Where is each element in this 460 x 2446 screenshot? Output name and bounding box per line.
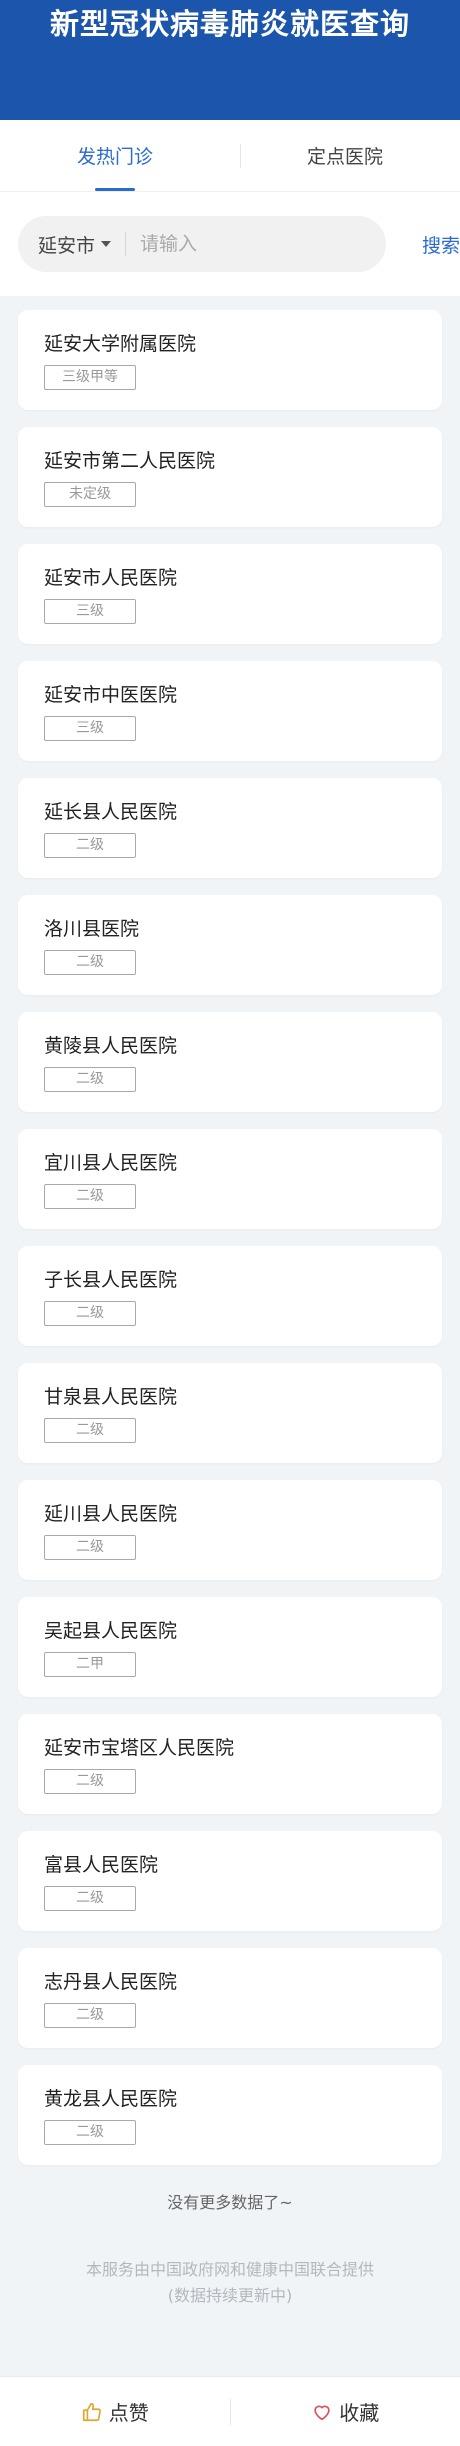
hospital-name: 黄龙县人民医院 <box>44 2088 178 2110</box>
hospital-card[interactable]: 延长县人民医院 二级 <box>18 778 442 878</box>
hospital-card[interactable]: 黄龙县人民医院 二级 <box>18 2065 442 2165</box>
footnote-line-1: 本服务由中国政府网和健康中国联合提供 <box>85 2260 374 2279</box>
topbar: 发热门诊 定点医院 延安市 搜索 <box>0 120 460 296</box>
hospital-card[interactable]: 延安市宝塔区人民医院二级 <box>18 1714 442 1814</box>
hospital-card[interactable]: 子长县人民医院 二级 <box>18 1246 442 1346</box>
search-box: 延安市 <box>18 216 386 272</box>
hospital-name: 延安市宝塔区人民医院 <box>44 1737 235 1759</box>
hospital-level-badge: 二甲 <box>44 1651 136 1677</box>
hospital-level-badge: 二级 <box>44 1417 136 1443</box>
hospital-card[interactable]: 志丹县人民医院 二级 <box>18 1948 442 2048</box>
hospital-level-badge: 二级 <box>44 2002 136 2028</box>
city-selector[interactable]: 延安市 <box>38 231 112 258</box>
tab-bar: 发热门诊 定点医院 <box>0 120 460 192</box>
hospital-level-badge: 二级 <box>44 949 136 975</box>
hospital-name: 子长县人民医院 <box>44 1269 178 1291</box>
hospital-name: 富县人民医院 <box>44 1854 159 1876</box>
no-more-data: 没有更多数据了~ <box>167 2193 293 2212</box>
tab-designated-hospitals[interactable]: 定点医院 <box>230 120 460 191</box>
hospital-card[interactable]: 延安大学附属医院三级甲等 <box>18 310 442 410</box>
hospital-level-badge: 二级 <box>44 832 136 858</box>
search-button[interactable]: 搜索 <box>422 231 460 258</box>
hospital-name: 延长县人民医院 <box>44 801 178 823</box>
hospital-level-badge: 三级 <box>44 715 136 741</box>
page-title: 新型冠状病毒肺炎就医查询 <box>49 7 410 41</box>
hospital-name: 延安市第二人民医院 <box>44 450 216 472</box>
hospital-level-badge: 二级 <box>44 1183 136 1209</box>
hospital-name: 志丹县人民医院 <box>44 1971 178 1993</box>
hospital-name: 延安市中医医院 <box>44 684 178 706</box>
search-row: 延安市 搜索 <box>0 192 460 296</box>
hospital-name: 延安大学附属医院 <box>44 333 197 355</box>
hospital-card[interactable]: 甘泉县人民医院 二级 <box>18 1363 442 1463</box>
hospital-level-badge: 二级 <box>44 1300 136 1326</box>
header: 新型冠状病毒肺炎就医查询 <box>0 0 460 120</box>
search-input[interactable] <box>140 233 381 255</box>
hospital-card[interactable]: 延安市中医医院 三级 <box>18 661 442 761</box>
hospital-card[interactable]: 吴起县人民医院 二甲 <box>18 1597 442 1697</box>
hospital-card[interactable]: 延川县人民医院 二级 <box>18 1480 442 1580</box>
hospital-list: 延安大学附属医院 三级甲等 延安市第二人民医院 未定级 延安市人民医院 三级 延安市中医医院… <box>0 296 460 2165</box>
hospital-card[interactable]: 延安市第二人民医院未定级 <box>18 427 442 527</box>
hospital-level-badge: 二级 <box>44 1885 136 1911</box>
hospital-card[interactable]: 延安市人民医院 三级 <box>18 544 442 644</box>
hospital-level-badge: 二级 <box>44 1066 136 1092</box>
hospital-name: 黄陵县人民医院 <box>44 1035 178 1057</box>
heart-icon <box>314 2405 330 2420</box>
hospital-name: 吴起县人民医院 <box>44 1620 178 1642</box>
hospital-name: 甘泉县人民医院 <box>44 1386 178 1408</box>
favorite-label: 收藏 <box>339 2401 380 2425</box>
hospital-level-badge: 三级 <box>44 598 136 624</box>
like-label: 点赞 <box>108 2401 149 2425</box>
city-label: 延安市 <box>38 234 96 257</box>
hospital-card[interactable]: 黄陵县人民医院 二级 <box>18 1012 442 1112</box>
hospital-level-badge: 二级 <box>44 2119 136 2145</box>
footnote-line-2: (数据持续更新中) <box>167 2286 293 2305</box>
hospital-name: 宜川县人民医院 <box>44 1152 178 1174</box>
hospital-level-badge: 二级 <box>44 1768 136 1794</box>
hospital-name: 延安市人民医院 <box>44 567 178 589</box>
caret-down-icon <box>101 241 112 247</box>
thumbs-up-icon <box>82 2402 101 2421</box>
search-separator <box>125 232 127 256</box>
hospital-level-badge: 未定级 <box>44 481 136 507</box>
hospital-name: 洛川县医院 <box>44 918 140 940</box>
hospital-level-badge: 二级 <box>44 1534 136 1560</box>
favorite-button[interactable]: 收藏 <box>231 2397 460 2426</box>
hospital-card[interactable]: 富县人民医院 二级 <box>18 1831 442 1931</box>
hospital-card[interactable]: 洛川县医院 二级 <box>18 895 442 995</box>
footnote: 本服务由中国政府网和健康中国联合提供 (数据持续更新中) <box>0 2257 460 2309</box>
hospital-level-badge: 三级甲等 <box>44 364 136 390</box>
bottom-bar: 点赞 收藏 <box>0 2376 460 2446</box>
hospital-name: 延川县人民医院 <box>44 1503 178 1525</box>
like-button[interactable]: 点赞 <box>0 2397 230 2426</box>
tab-fever-clinic[interactable]: 发热门诊 <box>0 120 230 191</box>
hospital-card[interactable]: 宜川县人民医院 二级 <box>18 1129 442 1229</box>
